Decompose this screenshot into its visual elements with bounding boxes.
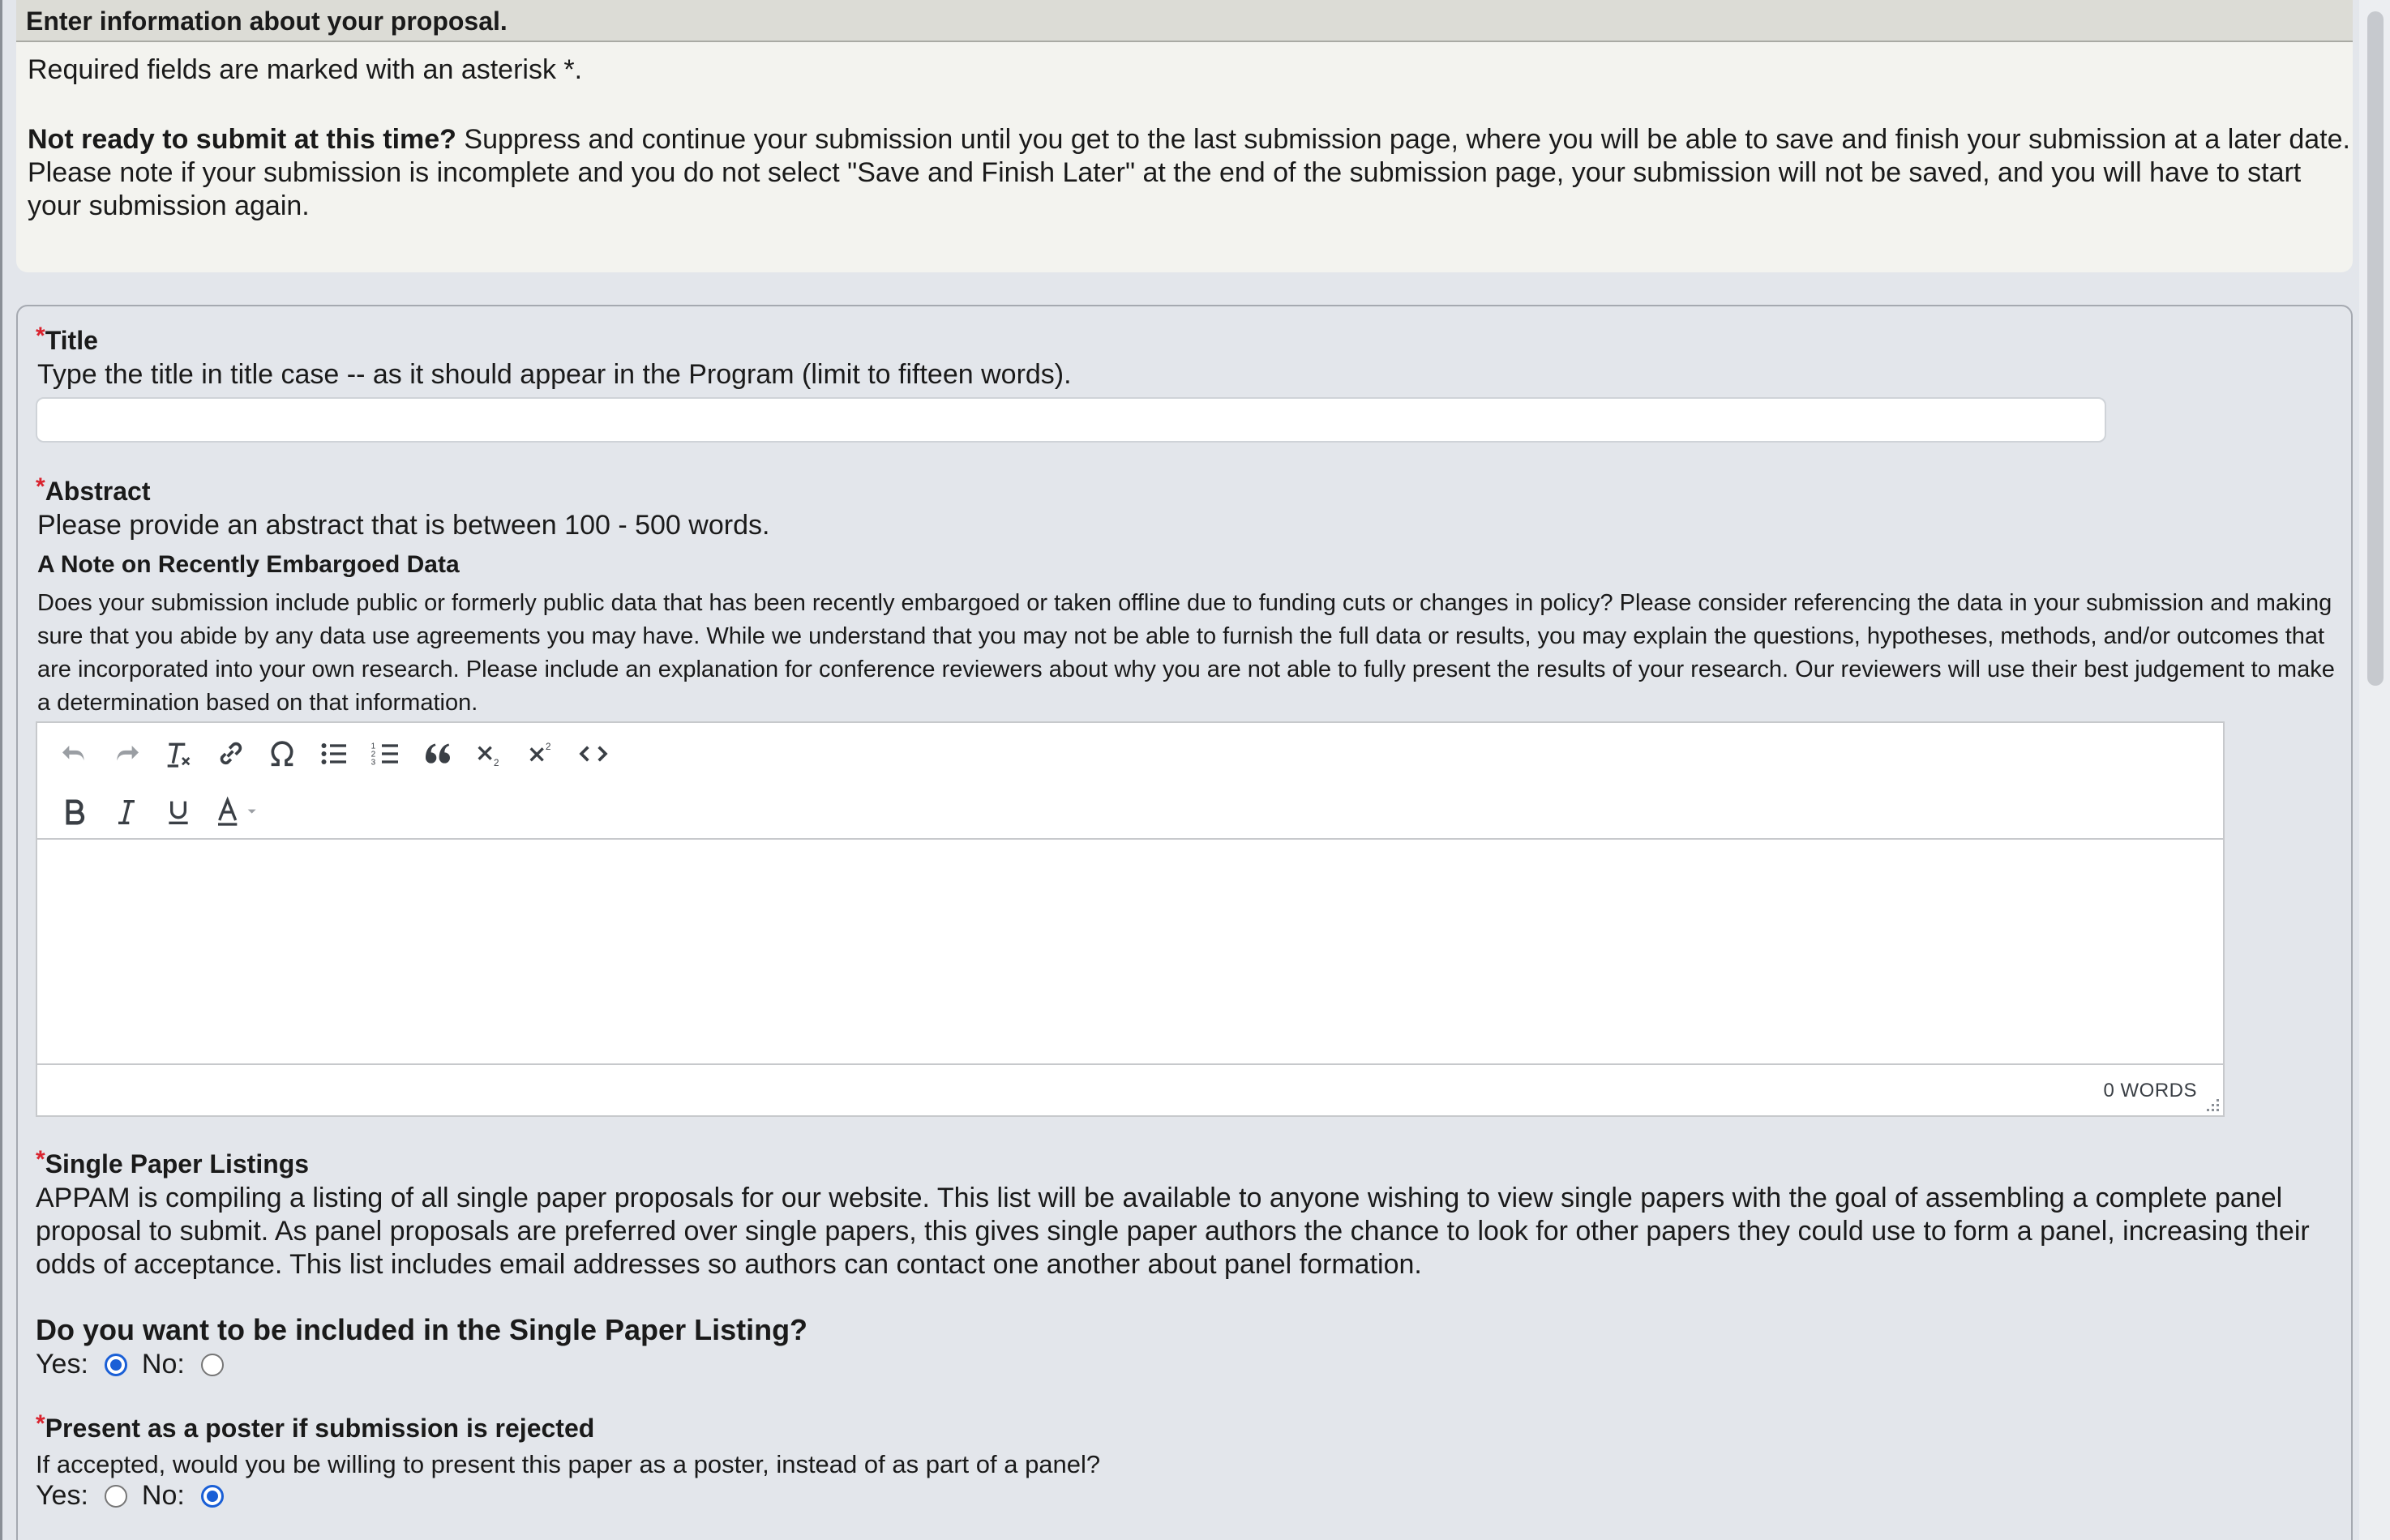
bold-icon[interactable] <box>49 791 101 833</box>
abstract-editor: 123 2 2 0 WORDS <box>36 721 2225 1117</box>
link-icon[interactable] <box>204 733 256 775</box>
embargo-note-heading: A Note on Recently Embargoed Data <box>37 551 460 578</box>
abstract-editor-body[interactable] <box>37 840 2223 1063</box>
required-asterisk: * <box>36 1146 45 1173</box>
required-asterisk: * <box>36 323 45 349</box>
single-paper-radio-group: Yes: No: <box>36 1349 238 1380</box>
poster-radio-group: Yes: No: <box>36 1480 238 1512</box>
not-ready-heading: Not ready to submit at this time? <box>28 124 456 155</box>
word-count: 0 WORDS <box>2103 1080 2197 1102</box>
svg-text:3: 3 <box>371 758 376 767</box>
yes-label: Yes: <box>36 1349 88 1380</box>
single-paper-no-radio[interactable] <box>200 1353 224 1376</box>
source-code-icon[interactable] <box>568 733 619 775</box>
embargo-note-text: Does your submission include public or f… <box>37 590 2335 716</box>
poster-label: *Present as a poster if submission is re… <box>36 1410 595 1443</box>
required-asterisk: * <box>36 473 45 500</box>
svg-text:2: 2 <box>494 758 499 768</box>
single-paper-question: Do you want to be included in the Single… <box>36 1313 808 1346</box>
subscript-icon[interactable]: 2 <box>464 733 516 775</box>
special-character-icon[interactable] <box>256 733 308 775</box>
single-paper-description: APPAM is compiling a listing of all sing… <box>36 1183 2310 1280</box>
scrollbar-thumb[interactable] <box>2367 11 2384 686</box>
window-edge <box>0 0 2 1540</box>
superscript-icon[interactable]: 2 <box>516 733 568 775</box>
editor-statusbar: 0 WORDS <box>37 1063 2223 1115</box>
required-note: Required fields are marked with an aster… <box>28 54 583 85</box>
proposal-form: *Title Type the title in title case -- a… <box>16 305 2353 1540</box>
no-label: No: <box>141 1480 185 1511</box>
resize-handle-icon[interactable] <box>2204 1096 2220 1112</box>
numbered-list-icon[interactable]: 123 <box>360 733 412 775</box>
title-input[interactable] <box>36 397 2106 443</box>
underline-icon[interactable] <box>152 791 204 833</box>
clear-formatting-icon[interactable] <box>152 733 204 775</box>
redo-icon[interactable] <box>101 733 152 775</box>
poster-yes-radio[interactable] <box>104 1484 127 1508</box>
single-paper-label: *Single Paper Listings <box>36 1146 310 1179</box>
blockquote-icon[interactable] <box>412 733 464 775</box>
abstract-help: Please provide an abstract that is betwe… <box>37 510 770 541</box>
scrollbar[interactable] <box>2359 0 2390 1540</box>
text-color-icon[interactable] <box>204 791 272 833</box>
undo-icon[interactable] <box>49 733 101 775</box>
italic-icon[interactable] <box>101 791 152 833</box>
single-paper-yes-radio[interactable] <box>104 1353 127 1376</box>
intro-box: Required fields are marked with an aster… <box>16 42 2353 272</box>
svg-text:2: 2 <box>546 742 550 752</box>
required-asterisk: * <box>36 1410 45 1437</box>
poster-no-radio[interactable] <box>200 1484 224 1508</box>
title-help: Type the title in title case -- as it sh… <box>37 359 1072 390</box>
abstract-label: *Abstract <box>36 473 151 506</box>
no-label: No: <box>141 1349 185 1380</box>
yes-label: Yes: <box>36 1480 88 1511</box>
poster-question: If accepted, would you be willing to pre… <box>36 1450 1101 1478</box>
bullet-list-icon[interactable] <box>308 733 360 775</box>
section-header-title: Enter information about your proposal. <box>26 6 508 36</box>
editor-toolbar: 123 2 2 <box>37 723 2223 840</box>
title-label: *Title <box>36 323 98 355</box>
not-ready-note: Not ready to submit at this time? Suppre… <box>28 123 2353 223</box>
section-header: Enter information about your proposal. <box>16 0 2353 42</box>
